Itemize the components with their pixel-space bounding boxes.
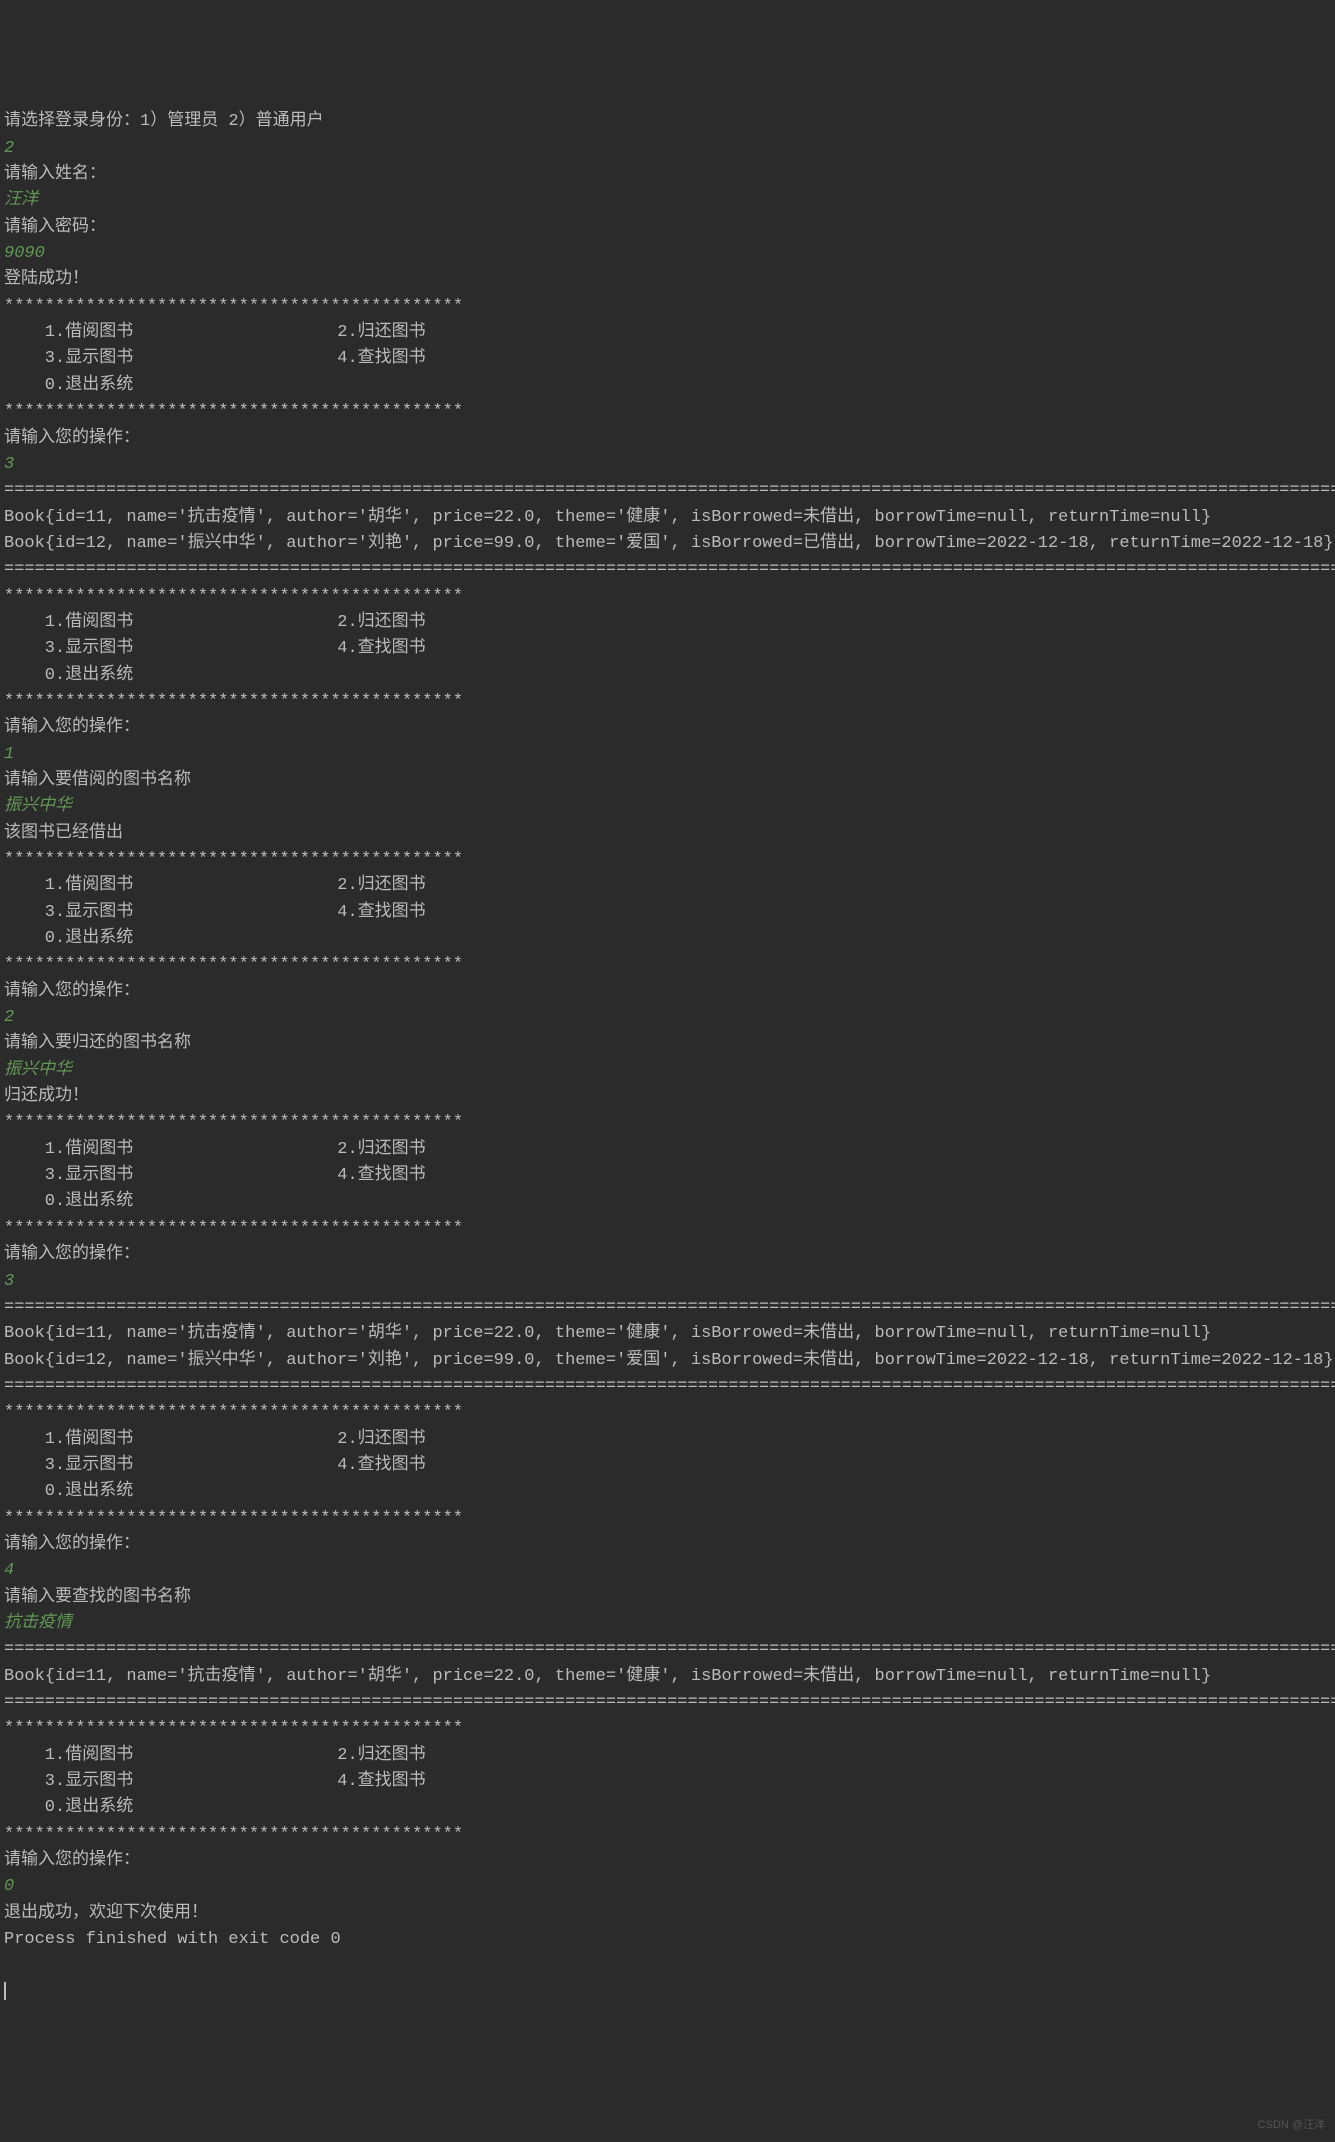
console-output-line: ****************************************… [4,294,1331,320]
console-output-line: 3.显示图书 4.查找图书 [4,900,1331,926]
console-output-line: ========================================… [4,1374,1331,1400]
console-output-line: 归还成功！ [4,1084,1331,1110]
console-user-input: 2 [4,1005,1331,1031]
console-output-line: 登陆成功！ [4,267,1331,293]
console-output-line: 请输入您的操作： [4,1848,1331,1874]
console-output-line: 1.借阅图书 2.归还图书 [4,1137,1331,1163]
console-output-line: 请输入您的操作： [4,715,1331,741]
console-user-input: 3 [4,452,1331,478]
console-output-line: 请输入要查找的图书名称 [4,1585,1331,1611]
console-output-line: ****************************************… [4,847,1331,873]
console-user-input: 2 [4,136,1331,162]
console-output-line: ****************************************… [4,584,1331,610]
console-output-line: ========================================… [4,1295,1331,1321]
text-cursor [4,1982,6,2000]
console-output-line: ****************************************… [4,399,1331,425]
console-output-line: 1.借阅图书 2.归还图书 [4,873,1331,899]
console-output-line: 0.退出系统 [4,1479,1331,1505]
console-user-input: 汪洋 [4,188,1331,214]
console-output-line: 请输入您的操作： [4,426,1331,452]
console-user-input: 0 [4,1874,1331,1900]
console-user-input: 4 [4,1558,1331,1584]
console-output-line: ****************************************… [4,1506,1331,1532]
console-user-input: 1 [4,742,1331,768]
console-output-line: 3.显示图书 4.查找图书 [4,1453,1331,1479]
console-output-line: 1.借阅图书 2.归还图书 [4,610,1331,636]
console-user-input: 3 [4,1269,1331,1295]
console-output-line: ****************************************… [4,1110,1331,1136]
console-output-line: ****************************************… [4,689,1331,715]
console-user-input: 振兴中华 [4,1058,1331,1084]
console-output-line: ****************************************… [4,1400,1331,1426]
console-output-line: ****************************************… [4,1822,1331,1848]
console-output-line: 0.退出系统 [4,1795,1331,1821]
console-output-line: Book{id=12, name='振兴中华', author='刘艳', pr… [4,1348,1331,1374]
console-output-line: 1.借阅图书 2.归还图书 [4,1427,1331,1453]
console-output-line: 3.显示图书 4.查找图书 [4,1163,1331,1189]
console-output-line: 请输入您的操作： [4,1532,1331,1558]
console-output[interactable]: 请选择登录身份：1）管理员 2）普通用户2请输入姓名：汪洋请输入密码：9090登… [4,109,1331,1953]
console-output-line: 3.显示图书 4.查找图书 [4,1769,1331,1795]
console-output-line: 请输入您的操作： [4,1242,1331,1268]
console-output-line: 请输入密码： [4,215,1331,241]
console-output-line: ========================================… [4,1690,1331,1716]
console-output-line: 退出成功，欢迎下次使用！ [4,1901,1331,1927]
console-output-line: Process finished with exit code 0 [4,1927,1331,1953]
console-output-line: 0.退出系统 [4,1189,1331,1215]
console-output-line: 请输入姓名： [4,162,1331,188]
console-output-line: 0.退出系统 [4,926,1331,952]
console-output-line: 3.显示图书 4.查找图书 [4,636,1331,662]
console-output-line: ****************************************… [4,1216,1331,1242]
console-output-line: ========================================… [4,557,1331,583]
console-output-line: 请输入要归还的图书名称 [4,1031,1331,1057]
console-output-line: Book{id=11, name='抗击疫情', author='胡华', pr… [4,505,1331,531]
console-output-line: 3.显示图书 4.查找图书 [4,346,1331,372]
console-output-line: 请输入您的操作： [4,979,1331,1005]
console-output-line: ****************************************… [4,1716,1331,1742]
console-output-line: 1.借阅图书 2.归还图书 [4,1743,1331,1769]
console-output-line: ========================================… [4,1637,1331,1663]
console-output-line: 请输入要借阅的图书名称 [4,768,1331,794]
console-user-input: 抗击疫情 [4,1611,1331,1637]
console-output-line: 0.退出系统 [4,663,1331,689]
watermark-label: CSDN @汪洋 [1258,2117,1325,2134]
console-output-line: 该图书已经借出 [4,821,1331,847]
console-output-line: Book{id=11, name='抗击疫情', author='胡华', pr… [4,1321,1331,1347]
console-output-line: Book{id=12, name='振兴中华', author='刘艳', pr… [4,531,1331,557]
console-user-input: 9090 [4,241,1331,267]
console-user-input: 振兴中华 [4,794,1331,820]
console-output-line: Book{id=11, name='抗击疫情', author='胡华', pr… [4,1664,1331,1690]
console-output-line: ****************************************… [4,952,1331,978]
console-output-line: ========================================… [4,478,1331,504]
console-output-line: 请选择登录身份：1）管理员 2）普通用户 [4,109,1331,135]
console-output-line: 0.退出系统 [4,373,1331,399]
console-output-line: 1.借阅图书 2.归还图书 [4,320,1331,346]
